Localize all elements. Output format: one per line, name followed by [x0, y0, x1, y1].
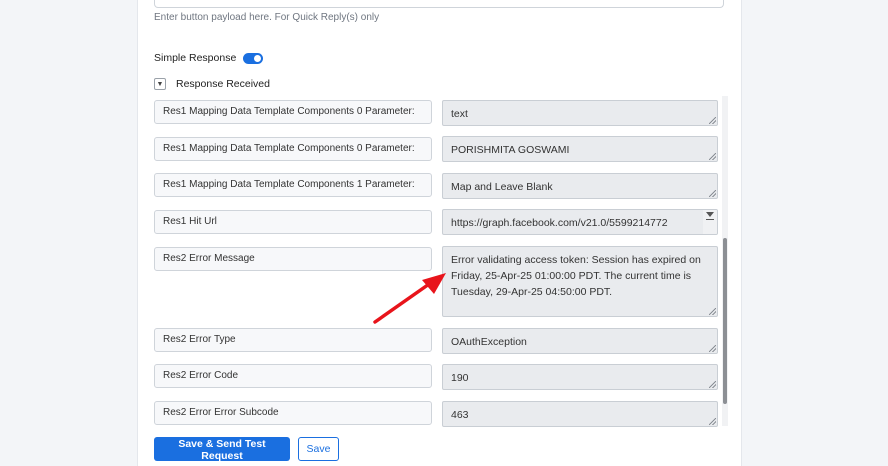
chevron-down-icon[interactable]: ▼	[154, 78, 166, 90]
panel-scrollbar[interactable]	[722, 96, 728, 426]
resize-handle-icon[interactable]	[709, 381, 716, 388]
field-value[interactable]: https://graph.facebook.com/v21.0/5599214…	[442, 209, 718, 235]
field-label: Res2 Error Code	[154, 364, 432, 388]
simple-response-row: Simple Response	[154, 52, 264, 64]
scroll-down-icon[interactable]	[706, 212, 714, 217]
field-value[interactable]: 463	[442, 401, 718, 427]
save-send-test-request-button[interactable]: Save & Send Test Request	[154, 437, 290, 462]
resize-handle-icon[interactable]	[709, 308, 716, 315]
field-value[interactable]: 190	[442, 364, 718, 390]
annotation-arrow-icon	[373, 273, 446, 324]
resize-handle-icon[interactable]	[709, 190, 716, 197]
field-value[interactable]: text	[442, 100, 718, 126]
simple-response-toggle[interactable]	[243, 52, 264, 64]
field-label: Res1 Mapping Data Template Components 0 …	[154, 100, 432, 124]
field-label: Res2 Error Error Subcode	[154, 401, 432, 425]
field-scrollbar[interactable]	[703, 210, 717, 234]
response-received-header[interactable]: ▼ Response Received	[154, 78, 270, 90]
resize-handle-icon[interactable]	[709, 153, 716, 160]
resize-handle-icon[interactable]	[709, 418, 716, 425]
field-value[interactable]: OAuthException	[442, 328, 718, 354]
field-label: Res1 Mapping Data Template Components 1 …	[154, 173, 432, 197]
resize-handle-icon[interactable]	[709, 117, 716, 124]
field-value[interactable]: Map and Leave Blank	[442, 173, 718, 199]
field-label: Res1 Hit Url	[154, 210, 432, 234]
error-message-field[interactable]: Error validating access token: Session h…	[442, 246, 718, 317]
field-label: Res2 Error Type	[154, 328, 432, 352]
scroll-bar-icon	[706, 219, 714, 220]
response-received-label: Response Received	[176, 78, 270, 90]
scrollbar-thumb[interactable]	[723, 238, 727, 404]
field-value[interactable]: PORISHMITA GOSWAMI	[442, 136, 718, 162]
save-button[interactable]: Save	[298, 437, 339, 461]
field-label: Res1 Mapping Data Template Components 0 …	[154, 137, 432, 161]
simple-response-label: Simple Response	[154, 52, 237, 64]
payload-hint: Enter button payload here. For Quick Rep…	[154, 12, 380, 23]
button-payload-input[interactable]	[154, 0, 724, 8]
resize-handle-icon[interactable]	[709, 345, 716, 352]
